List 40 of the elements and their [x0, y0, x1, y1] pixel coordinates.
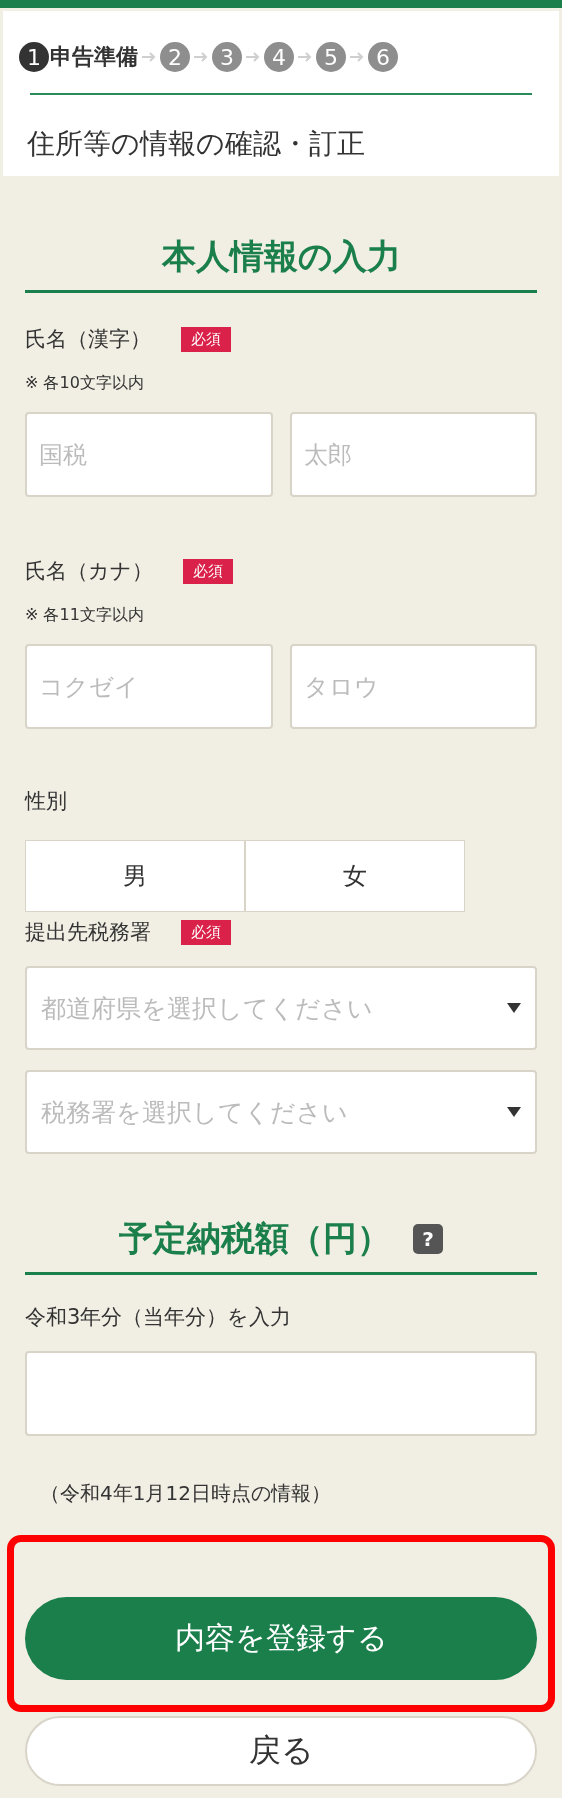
back-button[interactable]: 戻る: [25, 1716, 537, 1786]
arrow-icon: [141, 51, 157, 63]
section-heading: 本人情報の入力: [161, 235, 401, 278]
field-note: ※ 各10文字以内: [25, 373, 145, 394]
step-number: 4: [264, 42, 294, 72]
field-label: 令和3年分（当年分）を入力: [25, 1304, 292, 1331]
select-placeholder: 都道府県を選択してください: [41, 992, 373, 1025]
arrow-icon: [193, 51, 209, 63]
page-title: 住所等の情報の確認・訂正: [27, 126, 366, 162]
gender-option[interactable]: 男: [25, 840, 245, 912]
help-icon[interactable]: ?: [413, 1224, 443, 1254]
field-label: 氏名（漢字）: [25, 326, 151, 353]
input-field[interactable]: タロウ: [289, 644, 537, 729]
info-note: （令和4年1月12日時点の情報）: [40, 1480, 332, 1507]
caret-icon: [507, 1107, 521, 1117]
field-label: 氏名（カナ）: [25, 558, 153, 585]
section-heading: 予定納税額（円）: [119, 1217, 391, 1260]
step-number: 2: [160, 42, 190, 72]
input-field[interactable]: [25, 1351, 537, 1436]
register-button[interactable]: 内容を登録する: [25, 1597, 537, 1680]
field-label: 性別: [25, 788, 67, 815]
caret-icon: [507, 1003, 521, 1013]
step-number: 5: [316, 42, 346, 72]
arrow-icon: [245, 51, 261, 63]
required-badge: 必須: [181, 326, 231, 352]
required-badge: 必須: [183, 558, 233, 584]
required-badge: 必須: [181, 919, 231, 945]
step-number: 6: [368, 42, 398, 72]
field-label: 提出先税務署: [25, 919, 151, 946]
input-field[interactable]: 太郎: [289, 412, 537, 497]
step-label: 申告準備: [50, 43, 138, 71]
gender-option[interactable]: 女: [245, 840, 465, 912]
input-field[interactable]: 国税: [25, 412, 273, 497]
input-field[interactable]: コクゼイ: [25, 644, 273, 729]
arrow-icon: [349, 51, 365, 63]
step-number: 1: [19, 42, 49, 72]
field-note: ※ 各11文字以内: [25, 605, 145, 626]
select-placeholder: 税務署を選択してください: [41, 1096, 348, 1129]
arrow-icon: [297, 51, 313, 63]
step-number: 3: [212, 42, 242, 72]
